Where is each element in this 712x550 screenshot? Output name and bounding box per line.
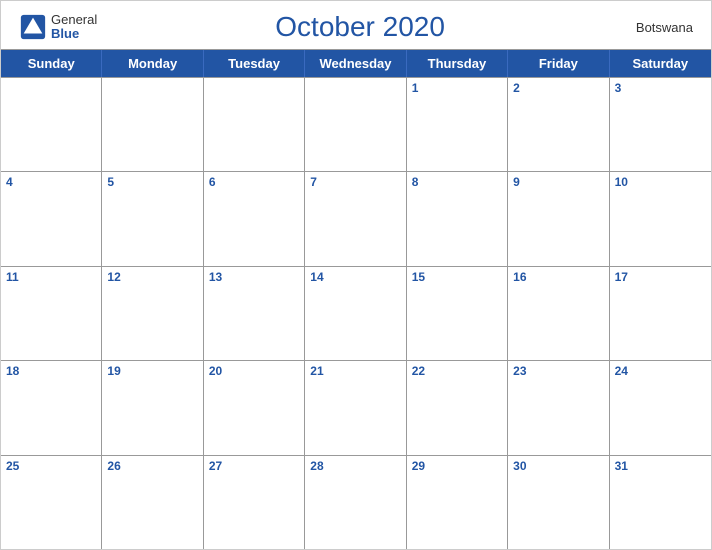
day-number: 3 (615, 81, 706, 95)
day-number: 8 (412, 175, 502, 189)
day-number: 16 (513, 270, 603, 284)
logo-icon (19, 13, 47, 41)
day-headers-row: Sunday Monday Tuesday Wednesday Thursday… (1, 50, 711, 77)
day-number: 19 (107, 364, 197, 378)
day-number: 9 (513, 175, 603, 189)
day-cell: 28 (305, 456, 406, 549)
day-number: 21 (310, 364, 400, 378)
day-cell: 16 (508, 267, 609, 360)
day-number: 29 (412, 459, 502, 473)
day-cell: 3 (610, 78, 711, 171)
header-tuesday: Tuesday (204, 50, 305, 77)
calendar-grid: Sunday Monday Tuesday Wednesday Thursday… (1, 49, 711, 549)
month-title: October 2020 (97, 11, 623, 43)
day-cell: 29 (407, 456, 508, 549)
day-number: 22 (412, 364, 502, 378)
day-number: 13 (209, 270, 299, 284)
day-cell: 8 (407, 172, 508, 265)
logo-general-text: General (51, 13, 97, 27)
header-friday: Friday (508, 50, 609, 77)
day-number: 17 (615, 270, 706, 284)
day-number: 28 (310, 459, 400, 473)
country-label: Botswana (623, 20, 693, 35)
header-thursday: Thursday (407, 50, 508, 77)
day-number: 15 (412, 270, 502, 284)
day-number: 7 (310, 175, 400, 189)
day-number: 31 (615, 459, 706, 473)
week-row-2: 456789 10 (1, 171, 711, 265)
day-number: 11 (6, 270, 96, 284)
day-number: 6 (209, 175, 299, 189)
day-cell: 6 (204, 172, 305, 265)
day-number: 25 (6, 459, 96, 473)
day-number: 30 (513, 459, 603, 473)
day-number: 23 (513, 364, 603, 378)
day-cell: 20 (204, 361, 305, 454)
day-number: 24 (615, 364, 706, 378)
logo-text: General Blue (51, 13, 97, 42)
day-number: 12 (107, 270, 197, 284)
day-number: 14 (310, 270, 400, 284)
week-row-5: 25 26 27 28 29 30 31 (1, 455, 711, 549)
calendar: General Blue October 2020 Botswana Sunda… (0, 0, 712, 550)
day-cell: 30 (508, 456, 609, 549)
day-cell: 2 (508, 78, 609, 171)
week-row-4: 18 19 20 21 22 23 24 (1, 360, 711, 454)
day-cell: 11 (1, 267, 102, 360)
day-number: 10 (615, 175, 706, 189)
weeks-container: 1234567891011121314151617181920212223242… (1, 77, 711, 549)
day-cell (1, 78, 102, 171)
header-sunday: Sunday (1, 50, 102, 77)
calendar-header: General Blue October 2020 Botswana (1, 1, 711, 49)
day-cell: 15 (407, 267, 508, 360)
day-number: 1 (412, 81, 502, 95)
day-number: 18 (6, 364, 96, 378)
day-cell: 19 (102, 361, 203, 454)
day-number: 4 (6, 175, 96, 189)
header-wednesday: Wednesday (305, 50, 406, 77)
day-cell: 10 (610, 172, 711, 265)
day-cell: 12 (102, 267, 203, 360)
day-cell: 31 (610, 456, 711, 549)
day-cell: 18 (1, 361, 102, 454)
day-cell: 5 (102, 172, 203, 265)
day-cell: 4 (1, 172, 102, 265)
day-cell (102, 78, 203, 171)
day-number: 20 (209, 364, 299, 378)
day-cell (204, 78, 305, 171)
day-cell: 1 (407, 78, 508, 171)
logo: General Blue (19, 13, 97, 42)
day-cell: 21 (305, 361, 406, 454)
day-number: 26 (107, 459, 197, 473)
day-cell: 7 (305, 172, 406, 265)
header-saturday: Saturday (610, 50, 711, 77)
day-number: 5 (107, 175, 197, 189)
week-row-1: 123 (1, 77, 711, 171)
day-number: 27 (209, 459, 299, 473)
header-monday: Monday (102, 50, 203, 77)
day-cell: 22 (407, 361, 508, 454)
day-cell: 9 (508, 172, 609, 265)
day-cell: 25 (1, 456, 102, 549)
day-cell: 27 (204, 456, 305, 549)
day-cell: 24 (610, 361, 711, 454)
day-cell: 23 (508, 361, 609, 454)
day-cell: 17 (610, 267, 711, 360)
day-cell: 13 (204, 267, 305, 360)
logo-blue-text: Blue (51, 27, 97, 41)
week-row-3: 11 12 13 14 15 16 17 (1, 266, 711, 360)
day-cell (305, 78, 406, 171)
day-cell: 14 (305, 267, 406, 360)
day-cell: 26 (102, 456, 203, 549)
day-number: 2 (513, 81, 603, 95)
